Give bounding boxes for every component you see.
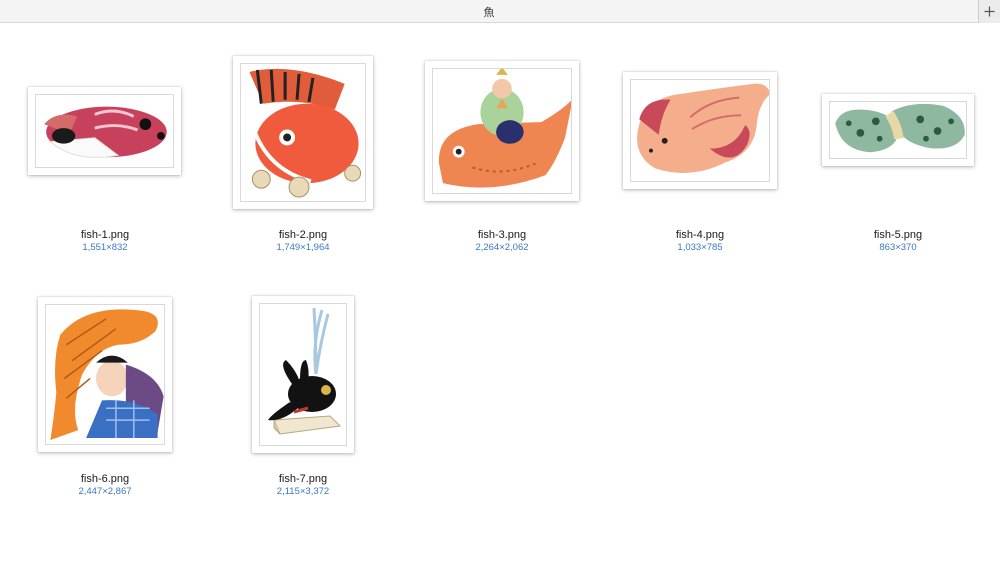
thumbnail[interactable] bbox=[252, 296, 354, 453]
file-name[interactable]: fish-2.png bbox=[223, 229, 383, 241]
file-dimensions: 1,749×1,964 bbox=[276, 242, 330, 253]
file-name[interactable]: fish-7.png bbox=[223, 473, 383, 485]
thumbnail[interactable] bbox=[38, 297, 172, 452]
thumbnail[interactable] bbox=[425, 61, 579, 201]
fish-5-image bbox=[835, 103, 965, 153]
file-name[interactable]: fish-1.png bbox=[25, 229, 185, 241]
file-dimensions: 1,551×832 bbox=[82, 242, 128, 253]
thumbnail[interactable] bbox=[233, 56, 373, 209]
file-name[interactable]: fish-5.png bbox=[818, 229, 978, 241]
file-dimensions: 1,033×785 bbox=[677, 242, 723, 253]
file-name[interactable]: fish-3.png bbox=[422, 229, 582, 241]
thumbnail[interactable] bbox=[28, 87, 181, 175]
fish-3-image bbox=[439, 69, 571, 188]
fish-6-image bbox=[50, 309, 164, 441]
file-name[interactable]: fish-4.png bbox=[620, 229, 780, 241]
file-dimensions: 2,115×3,372 bbox=[276, 486, 330, 497]
new-tab-button[interactable] bbox=[978, 0, 1000, 23]
fish-7-image bbox=[268, 307, 342, 435]
fish-2-image bbox=[249, 68, 362, 198]
thumbnail[interactable] bbox=[623, 72, 777, 189]
fish-1-image bbox=[44, 106, 167, 158]
file-dimensions: 863×370 bbox=[879, 242, 917, 253]
file-dimensions: 2,447×2,867 bbox=[78, 486, 132, 497]
file-dimensions: 2,264×2,062 bbox=[475, 242, 529, 253]
fish-4-image bbox=[637, 83, 769, 173]
thumbnail[interactable] bbox=[822, 94, 974, 166]
window-title: 魚 bbox=[483, 7, 495, 19]
file-name[interactable]: fish-6.png bbox=[25, 473, 185, 485]
plus-icon bbox=[984, 6, 995, 17]
title-bar: 魚 bbox=[0, 0, 1000, 23]
